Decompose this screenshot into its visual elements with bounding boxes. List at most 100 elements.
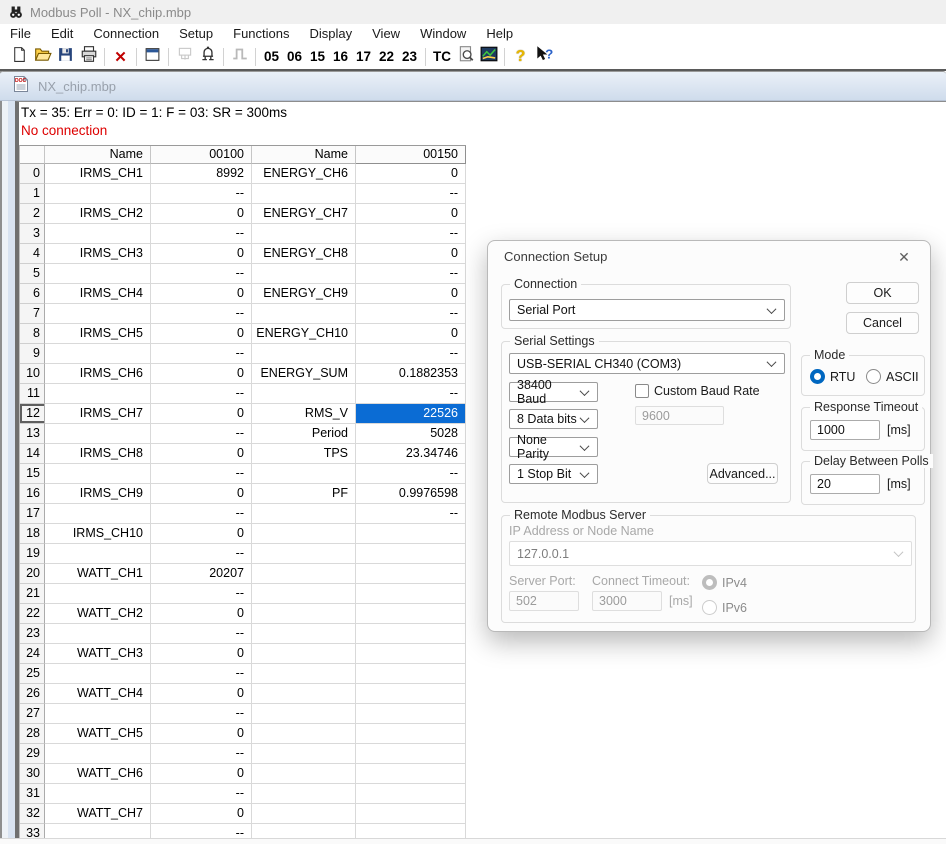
grid-cell[interactable]: -- bbox=[151, 184, 252, 204]
grid-cell[interactable]: -- bbox=[151, 624, 252, 644]
grid-cell[interactable]: -- bbox=[151, 704, 252, 724]
grid-cell[interactable] bbox=[252, 224, 356, 244]
grid-cell[interactable]: 0 bbox=[356, 244, 466, 264]
grid-cell[interactable]: IRMS_CH9 bbox=[45, 484, 151, 504]
grid-cell[interactable]: WATT_CH6 bbox=[45, 764, 151, 784]
response-timeout-input[interactable] bbox=[810, 420, 880, 440]
grid-cell[interactable] bbox=[252, 684, 356, 704]
grid-cell[interactable]: -- bbox=[151, 264, 252, 284]
grid-cell[interactable]: -- bbox=[151, 384, 252, 404]
grid-cell[interactable]: ENERGY_CH10 bbox=[252, 324, 356, 344]
close-icon[interactable]: ✕ bbox=[894, 247, 914, 267]
toolbar-function-17[interactable]: 17 bbox=[352, 46, 375, 67]
grid-row-header[interactable]: 31 bbox=[20, 784, 45, 804]
grid-header-col2[interactable]: 00100 bbox=[151, 146, 252, 164]
grid-cell[interactable]: -- bbox=[356, 464, 466, 484]
grid-cell[interactable]: 0 bbox=[151, 684, 252, 704]
ascii-radio[interactable] bbox=[866, 369, 881, 384]
cancel-button[interactable]: Cancel bbox=[846, 312, 919, 334]
grid-cell[interactable]: 0 bbox=[151, 804, 252, 824]
grid-cell[interactable] bbox=[252, 804, 356, 824]
grid-row-header[interactable]: 24 bbox=[20, 644, 45, 664]
grid-cell[interactable]: IRMS_CH3 bbox=[45, 244, 151, 264]
grid-cell[interactable] bbox=[356, 724, 466, 744]
grid-header-col3[interactable]: Name bbox=[252, 146, 356, 164]
grid-cell[interactable]: 0 bbox=[151, 724, 252, 744]
grid-row-header[interactable]: 30 bbox=[20, 764, 45, 784]
custom-baud-checkbox-row[interactable]: Custom Baud Rate bbox=[635, 384, 760, 398]
grid-cell[interactable]: WATT_CH7 bbox=[45, 804, 151, 824]
grid-cell[interactable]: 0 bbox=[151, 604, 252, 624]
grid-cell[interactable]: 5028 bbox=[356, 424, 466, 444]
grid-cell[interactable] bbox=[252, 184, 356, 204]
custom-baud-checkbox[interactable] bbox=[635, 384, 649, 398]
grid-cell[interactable]: -- bbox=[151, 744, 252, 764]
display-setup-button[interactable] bbox=[141, 46, 164, 67]
grid-cell[interactable]: 0 bbox=[151, 444, 252, 464]
grid-row-header[interactable]: 27 bbox=[20, 704, 45, 724]
grid-cell[interactable]: -- bbox=[151, 224, 252, 244]
menu-item-setup[interactable]: Setup bbox=[169, 24, 223, 44]
ipv6-radio-row[interactable]: IPv6 bbox=[702, 600, 747, 615]
auto-read-button[interactable] bbox=[196, 46, 219, 67]
menu-item-display[interactable]: Display bbox=[300, 24, 363, 44]
grid-cell[interactable] bbox=[252, 664, 356, 684]
save-button[interactable] bbox=[54, 46, 77, 67]
grid-header-col4[interactable]: 00150 bbox=[356, 146, 466, 164]
grid-cell[interactable] bbox=[45, 304, 151, 324]
grid-cell[interactable] bbox=[252, 704, 356, 724]
grid-cell[interactable]: Period bbox=[252, 424, 356, 444]
grid-cell[interactable] bbox=[356, 624, 466, 644]
grid-cell[interactable]: WATT_CH2 bbox=[45, 604, 151, 624]
grid-cell[interactable] bbox=[252, 384, 356, 404]
menu-item-functions[interactable]: Functions bbox=[223, 24, 299, 44]
grid-header-col1[interactable]: Name bbox=[45, 146, 151, 164]
grid-cell[interactable]: 0.1882353 bbox=[356, 364, 466, 384]
grid-cell[interactable]: ENERGY_CH7 bbox=[252, 204, 356, 224]
menu-item-connection[interactable]: Connection bbox=[83, 24, 169, 44]
grid-cell[interactable]: -- bbox=[356, 384, 466, 404]
grid-row-header[interactable]: 17 bbox=[20, 504, 45, 524]
grid-cell[interactable]: -- bbox=[356, 224, 466, 244]
grid-cell[interactable] bbox=[252, 464, 356, 484]
grid-cell[interactable] bbox=[45, 624, 151, 644]
grid-cell[interactable]: IRMS_CH6 bbox=[45, 364, 151, 384]
grid-cell[interactable] bbox=[45, 784, 151, 804]
grid-cell[interactable] bbox=[45, 344, 151, 364]
grid-cell[interactable]: 0 bbox=[151, 324, 252, 344]
grid-cell[interactable]: -- bbox=[356, 184, 466, 204]
grid-cell[interactable]: IRMS_CH8 bbox=[45, 444, 151, 464]
grid-row-header[interactable]: 18 bbox=[20, 524, 45, 544]
grid-cell[interactable]: RMS_V bbox=[252, 404, 356, 424]
data-bits-select[interactable]: 8 Data bits bbox=[509, 409, 598, 429]
grid-cell[interactable] bbox=[45, 504, 151, 524]
grid-row-header[interactable]: 19 bbox=[20, 544, 45, 564]
grid-cell[interactable] bbox=[252, 544, 356, 564]
poll-once-button[interactable] bbox=[173, 46, 196, 67]
grid-cell[interactable] bbox=[252, 564, 356, 584]
grid-row-header[interactable]: 5 bbox=[20, 264, 45, 284]
grid-cell[interactable]: -- bbox=[151, 584, 252, 604]
grid-cell[interactable]: 0 bbox=[151, 244, 252, 264]
grid-cell[interactable]: 0 bbox=[151, 644, 252, 664]
print-button[interactable] bbox=[77, 46, 100, 67]
grid-cell[interactable]: -- bbox=[356, 504, 466, 524]
grid-row-header[interactable]: 0 bbox=[20, 164, 45, 184]
grid-cell[interactable]: 0 bbox=[356, 204, 466, 224]
grid-row-header[interactable]: 29 bbox=[20, 744, 45, 764]
test-center-button[interactable]: TC bbox=[430, 46, 454, 67]
advanced-button[interactable]: Advanced... bbox=[707, 463, 778, 484]
grid-cell[interactable] bbox=[252, 764, 356, 784]
grid-cell[interactable]: -- bbox=[151, 344, 252, 364]
grid-row-header[interactable]: 13 bbox=[20, 424, 45, 444]
toolbar-function-05[interactable]: 05 bbox=[260, 46, 283, 67]
grid-cell[interactable] bbox=[356, 604, 466, 624]
grid-cell[interactable]: IRMS_CH7 bbox=[45, 404, 151, 424]
grid-row-header[interactable]: 20 bbox=[20, 564, 45, 584]
grid-cell[interactable] bbox=[45, 264, 151, 284]
ip-address-select[interactable]: 127.0.0.1 bbox=[509, 541, 912, 566]
parity-select[interactable]: None Parity bbox=[509, 437, 598, 457]
grid-cell[interactable] bbox=[356, 744, 466, 764]
grid-cell[interactable]: -- bbox=[356, 344, 466, 364]
grid-cell[interactable] bbox=[252, 504, 356, 524]
